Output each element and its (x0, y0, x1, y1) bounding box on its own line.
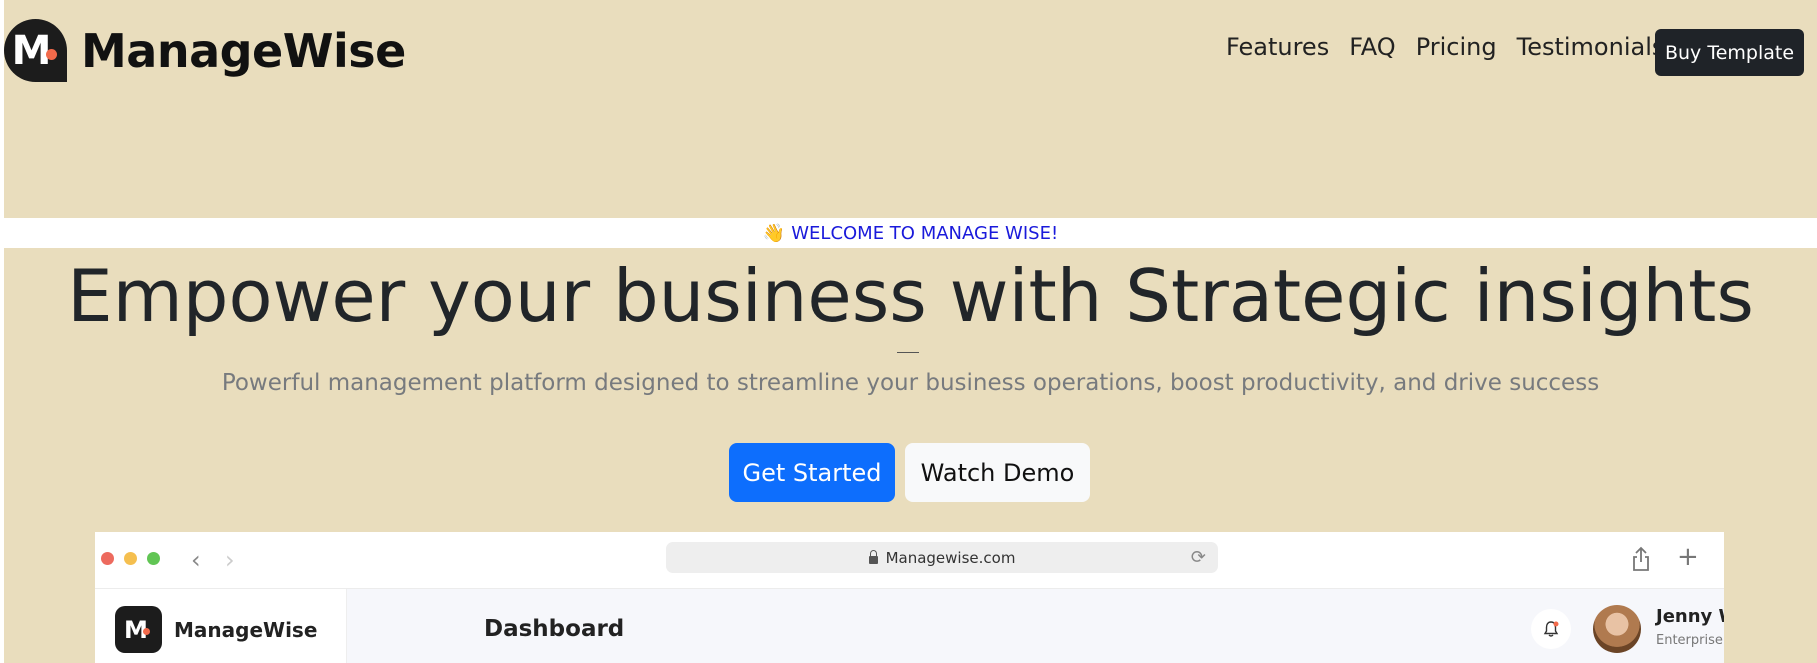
nav-testimonials[interactable]: Testimonials (1517, 33, 1665, 61)
main-nav: Features FAQ Pricing Testimonials (1226, 33, 1684, 61)
logo-dot (46, 49, 57, 60)
hero-headline: Empower your business with Strategic ins… (67, 254, 1754, 338)
logo-icon: M (4, 19, 67, 82)
app-logo-dot (143, 628, 150, 635)
hero-subtitle: Powerful management platform designed to… (221, 370, 1600, 396)
address-bar[interactable]: Managewise.com ⟳ (666, 542, 1218, 573)
close-dot-icon[interactable] (101, 552, 114, 565)
reload-icon[interactable]: ⟳ (1191, 547, 1206, 568)
notification-button[interactable] (1531, 609, 1571, 649)
back-icon[interactable]: ‹ (191, 546, 201, 574)
buy-template-button[interactable]: Buy Template (1655, 29, 1804, 76)
browser-mockup: ‹ › Managewise.com ⟳ + M ManageWise Dash… (95, 532, 1724, 663)
get-started-button[interactable]: Get Started (729, 443, 895, 502)
forward-icon[interactable]: › (225, 546, 235, 574)
app-sidebar: M ManageWise (95, 589, 347, 663)
landing-page: M ManageWise Features FAQ Pricing Testim… (4, 0, 1817, 663)
share-icon[interactable] (1631, 546, 1651, 572)
page-title: Dashboard (484, 616, 625, 642)
new-tab-icon[interactable]: + (1677, 542, 1699, 572)
bell-icon (1543, 621, 1559, 637)
divider (897, 352, 919, 353)
maximize-dot-icon[interactable] (147, 552, 160, 565)
user-plan: Enterprise plan (1656, 633, 1724, 648)
app-content: Dashboard Jenny Wilson Enterprise plan (347, 589, 1724, 663)
app-brand-name: ManageWise (174, 617, 318, 642)
window-controls (101, 552, 170, 565)
watch-demo-button[interactable]: Watch Demo (905, 443, 1090, 502)
avatar[interactable] (1593, 605, 1641, 653)
nav-features[interactable]: Features (1226, 33, 1329, 61)
url-text: Managewise.com (885, 548, 1016, 567)
welcome-banner: 👋 WELCOME TO MANAGE WISE! (4, 218, 1817, 248)
user-name: Jenny Wilson (1656, 606, 1724, 627)
nav-pricing[interactable]: Pricing (1416, 33, 1497, 61)
logo-letter: M (11, 27, 52, 74)
site-logo[interactable]: M ManageWise (4, 19, 406, 82)
waving-hand-icon: 👋 (762, 222, 786, 244)
nav-faq[interactable]: FAQ (1349, 33, 1396, 61)
brand-name: ManageWise (81, 23, 406, 78)
minimize-dot-icon[interactable] (124, 552, 137, 565)
browser-toolbar: ‹ › Managewise.com ⟳ + (95, 532, 1724, 589)
app-logo[interactable]: M ManageWise (115, 606, 317, 653)
lock-icon (868, 549, 878, 564)
welcome-text: WELCOME TO MANAGE WISE! (791, 222, 1059, 244)
app-logo-icon: M (115, 606, 162, 653)
